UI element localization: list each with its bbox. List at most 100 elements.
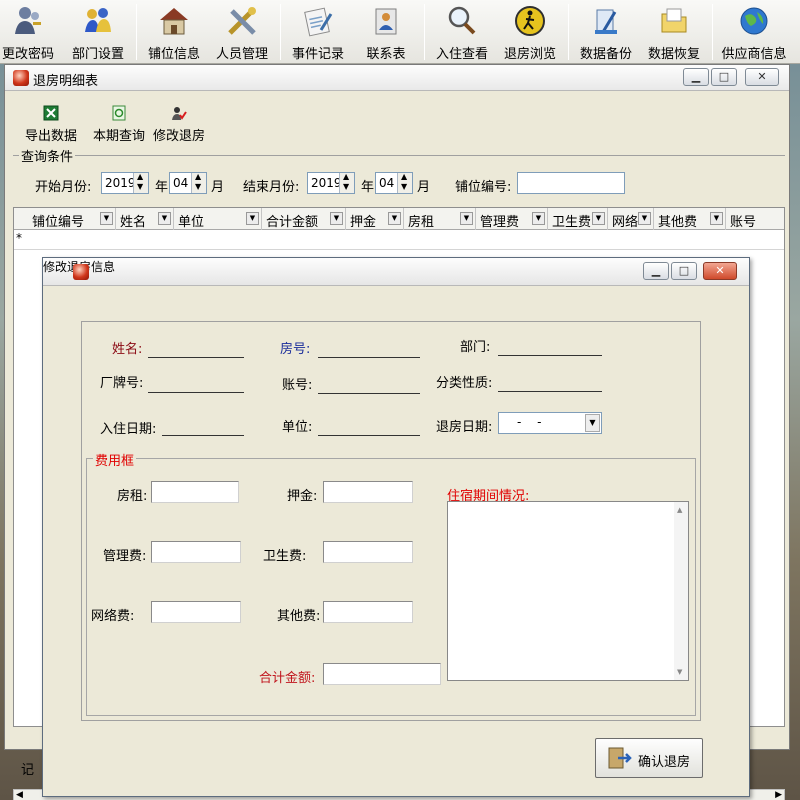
new-record-row[interactable]: * — [14, 230, 784, 250]
column-header[interactable]: 其他费 ▼ — [654, 208, 726, 230]
management-fee-input[interactable] — [151, 541, 241, 563]
stall-info-button[interactable]: 铺位信息 — [146, 0, 202, 64]
confirm-label: 确认退房 — [638, 755, 691, 770]
users-keys-icon — [15, 7, 41, 34]
window-titlebar[interactable]: 退房明细表 ▁ □ ✕ — [5, 65, 789, 91]
stall-number-input[interactable] — [517, 172, 625, 194]
scroll-down-icon[interactable]: ▼ — [677, 668, 682, 676]
close-button[interactable]: ✕ — [703, 262, 737, 280]
rent-input[interactable] — [151, 481, 239, 503]
checkin-value-line — [162, 435, 244, 436]
column-header[interactable]: 合计金额 ▼ — [262, 208, 346, 230]
maximize-button[interactable]: □ — [711, 68, 737, 86]
start-month-spinner[interactable]: 04 — [169, 172, 207, 194]
year-label: 年 — [361, 180, 375, 195]
spinner-arrows[interactable] — [397, 172, 412, 193]
main-toolbar: 更改密码 部门设置 铺位信息 人员管理 事件记录 联系表 入住查看 退房浏览 数… — [0, 0, 800, 64]
new-row-marker: * — [16, 231, 22, 245]
start-year-value: 2019 — [105, 176, 136, 190]
year-label: 年 — [155, 180, 169, 195]
event-log-button[interactable]: 事件记录 — [290, 0, 346, 64]
toolbar-separator — [712, 4, 713, 60]
toolbar-label: 更改密码 — [1, 47, 54, 62]
end-month-spinner[interactable]: 04 — [375, 172, 413, 194]
column-header[interactable]: 押金 ▼ — [346, 208, 404, 230]
total-amount-input[interactable] — [323, 663, 441, 685]
filter-dropdown-icon[interactable]: ▼ — [158, 212, 171, 225]
data-restore-button[interactable]: 数据恢复 — [646, 0, 702, 64]
personnel-management-button[interactable]: 人员管理 — [214, 0, 270, 64]
toolbar-label: 联系表 — [366, 47, 406, 62]
badge-number-label: 厂牌号: — [100, 376, 144, 391]
filter-dropdown-icon[interactable]: ▼ — [460, 212, 473, 225]
start-year-spinner[interactable]: 2019 — [101, 172, 149, 194]
toolbar-label: 数据恢复 — [647, 47, 700, 62]
toolbar-separator — [280, 4, 281, 60]
filter-dropdown-icon[interactable]: ▼ — [638, 212, 651, 225]
name-label: 姓名: — [112, 342, 143, 357]
other-fee-input[interactable] — [323, 601, 413, 623]
spinner-arrows[interactable] — [339, 172, 354, 193]
toolbar-label: 入住查看 — [435, 47, 488, 62]
spinner-arrows[interactable] — [133, 172, 148, 193]
column-header[interactable]: 姓名 ▼ — [116, 208, 174, 230]
spinner-arrows[interactable] — [191, 172, 206, 193]
filter-dropdown-icon[interactable]: ▼ — [246, 212, 259, 225]
filter-dropdown-icon[interactable]: ▼ — [592, 212, 605, 225]
supplier-info-button[interactable]: 供应商信息 — [721, 0, 787, 64]
edit-checkout-button[interactable]: 修改退房 — [149, 95, 209, 144]
account-label: 账号: — [282, 378, 313, 393]
hygiene-fee-input[interactable] — [323, 541, 413, 563]
column-header[interactable]: 房租 ▼ — [404, 208, 476, 230]
dialog-titlebar[interactable]: 修改退房信息 ▁ □ ✕ — [43, 258, 749, 286]
close-button[interactable]: ✕ — [745, 68, 779, 86]
column-header[interactable]: 管理费 ▼ — [476, 208, 548, 230]
toolbar-label: 数据备份 — [579, 47, 632, 62]
filter-dropdown-icon[interactable]: ▼ — [100, 212, 113, 225]
minimize-button[interactable]: ▁ — [643, 262, 669, 280]
start-month-value: 04 — [173, 176, 189, 190]
month-label: 月 — [417, 180, 431, 195]
end-year-spinner[interactable]: 2019 — [307, 172, 355, 194]
column-header[interactable]: 网络 ▼ — [608, 208, 654, 230]
contacts-button[interactable]: 联系表 — [358, 0, 414, 64]
scroll-left-icon[interactable]: ◀ — [16, 790, 23, 800]
maximize-button[interactable]: □ — [671, 262, 697, 280]
data-backup-button[interactable]: 数据备份 — [578, 0, 634, 64]
filter-dropdown-icon[interactable]: ▼ — [388, 212, 401, 225]
checkout-date-picker[interactable]: - - ▼ — [498, 412, 602, 434]
tools-cross-icon — [228, 7, 256, 35]
minimize-icon: ▁ — [651, 264, 661, 277]
scroll-up-icon[interactable]: ▲ — [677, 506, 682, 514]
toolbar-separator — [568, 4, 569, 60]
column-title: 合计金额 — [266, 215, 319, 230]
current-period-query-button[interactable]: 本期查询 — [89, 95, 149, 144]
checkin-view-button[interactable]: 入住查看 — [434, 0, 490, 64]
contact-card-icon — [375, 8, 397, 35]
memo-vertical-scrollbar[interactable]: ▲ ▼ — [674, 502, 688, 680]
filter-dropdown-icon[interactable]: ▼ — [532, 212, 545, 225]
department-settings-button[interactable]: 部门设置 — [70, 0, 126, 64]
filter-dropdown-icon[interactable]: ▼ — [330, 212, 343, 225]
start-month-label: 开始月份: — [35, 180, 92, 195]
column-header[interactable]: 铺位编号 ▼ — [28, 208, 116, 230]
deposit-input[interactable] — [323, 481, 413, 503]
filter-dropdown-icon[interactable]: ▼ — [710, 212, 723, 225]
column-header[interactable]: 账号 — [726, 208, 784, 230]
magnifier-icon — [448, 6, 476, 35]
column-title: 网络 — [612, 215, 639, 230]
minimize-button[interactable]: ▁ — [683, 68, 709, 86]
chevron-down-icon[interactable]: ▼ — [585, 414, 600, 432]
network-fee-input[interactable] — [151, 601, 241, 623]
scroll-right-icon[interactable]: ▶ — [775, 790, 782, 800]
confirm-checkout-button[interactable]: 确认退房 — [595, 738, 703, 778]
column-header[interactable]: 卫生费 ▼ — [548, 208, 608, 230]
export-data-button[interactable]: 导出数据 — [21, 95, 81, 144]
maximize-icon: □ — [678, 264, 690, 277]
checkout-browse-button[interactable]: 退房浏览 — [502, 0, 558, 64]
stay-situation-textarea[interactable]: ▲ ▼ — [447, 501, 689, 681]
column-title: 铺位编号 — [32, 215, 85, 230]
column-title: 管理费 — [480, 215, 520, 230]
change-password-button[interactable]: 更改密码 — [0, 0, 56, 64]
column-header[interactable]: 单位 ▼ — [174, 208, 262, 230]
